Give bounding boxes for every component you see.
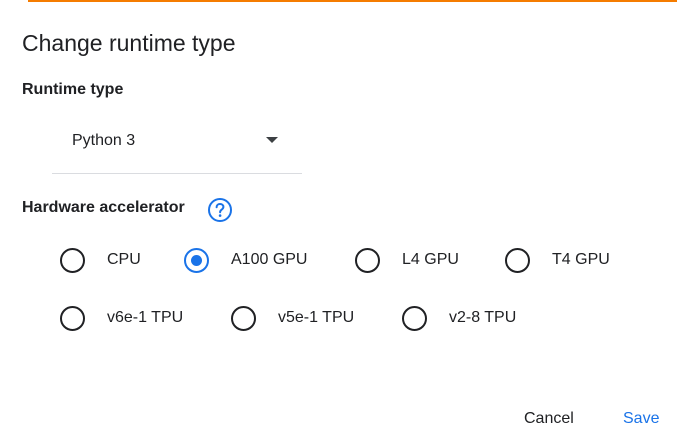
radio-button-icon[interactable] <box>231 306 256 331</box>
runtime-type-label: Runtime type <box>22 81 124 98</box>
radio-button-icon[interactable] <box>402 306 427 331</box>
radio-button-icon[interactable] <box>184 248 209 273</box>
dropdown-arrow-icon <box>266 137 278 143</box>
radio-label-t4-gpu: T4 GPU <box>552 251 610 268</box>
change-runtime-dialog: Change runtime type Runtime type Python … <box>0 0 677 440</box>
top-accent-bar <box>28 0 677 2</box>
dialog-title: Change runtime type <box>22 30 236 56</box>
radio-button-icon[interactable] <box>355 248 380 273</box>
save-button[interactable]: Save <box>623 408 659 430</box>
cancel-button[interactable]: Cancel <box>524 408 574 430</box>
help-circle-icon[interactable] <box>207 197 233 223</box>
radio-button-icon[interactable] <box>505 248 530 273</box>
radio-label-v6e-1-tpu: v6e-1 TPU <box>107 309 184 326</box>
radio-button-icon[interactable] <box>60 248 85 273</box>
radio-label-l4-gpu: L4 GPU <box>402 251 459 268</box>
hardware-accelerator-label: Hardware accelerator <box>22 199 185 216</box>
radio-label-v2-8-tpu: v2-8 TPU <box>449 309 517 326</box>
runtime-type-select[interactable]: Python 3 <box>52 118 302 174</box>
radio-label-cpu: CPU <box>107 251 141 268</box>
radio-label-a100-gpu: A100 GPU <box>231 251 308 268</box>
runtime-type-value: Python 3 <box>72 132 136 149</box>
radio-button-icon[interactable] <box>60 306 85 331</box>
radio-label-v5e-1-tpu: v5e-1 TPU <box>278 309 355 326</box>
